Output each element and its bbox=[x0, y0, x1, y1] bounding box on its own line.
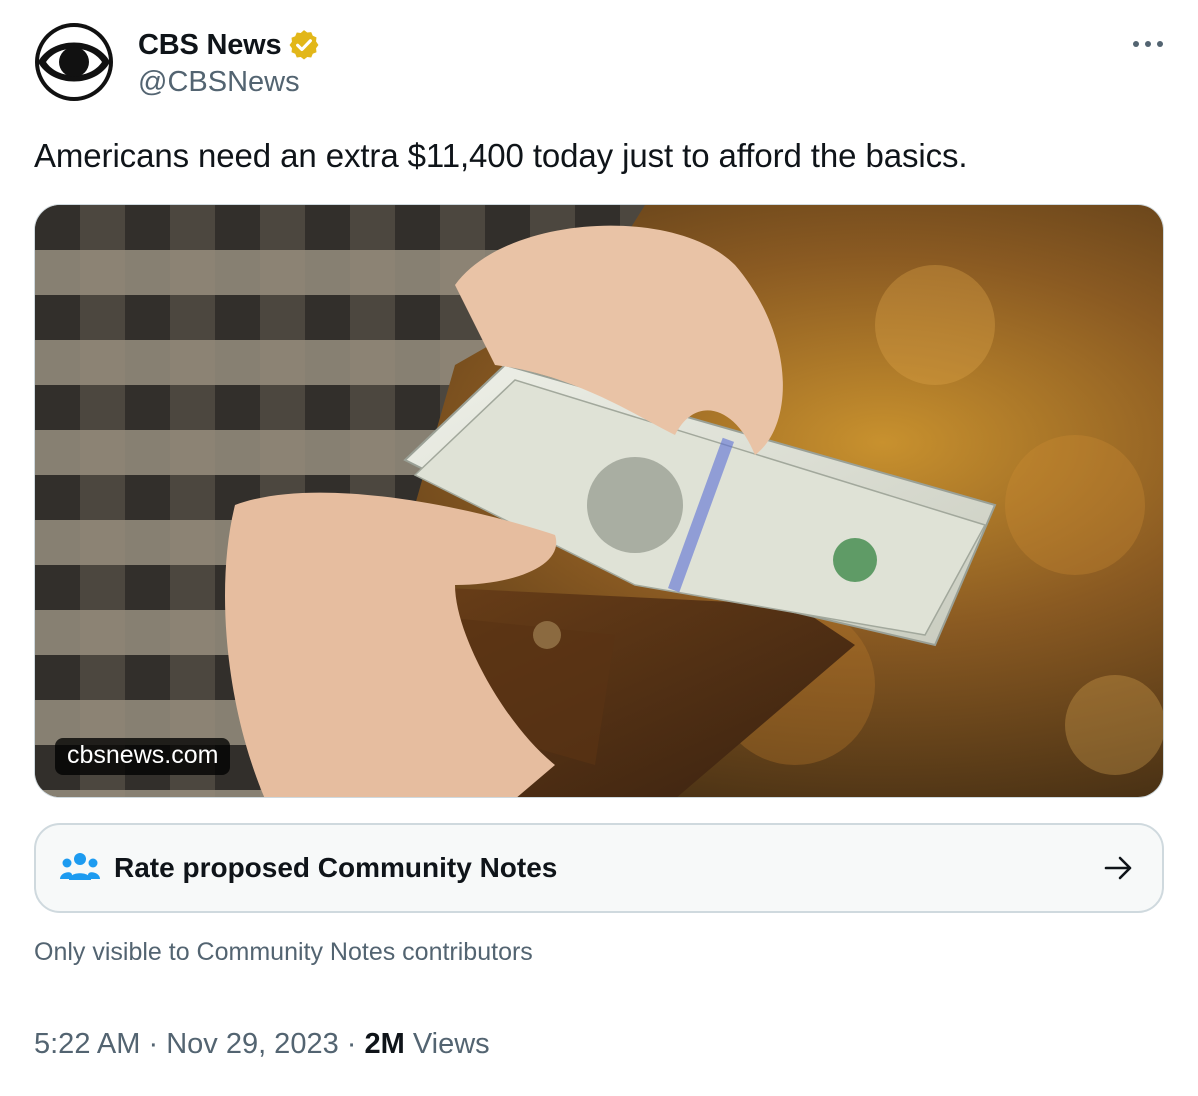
arrow-right-icon bbox=[1104, 856, 1132, 880]
tweet-text: Americans need an extra $11,400 today ju… bbox=[34, 137, 968, 174]
display-name-row: CBS News bbox=[138, 26, 321, 64]
views-count: 2M bbox=[364, 1028, 405, 1060]
views-label: Views bbox=[404, 1028, 490, 1060]
author-display-name[interactable]: CBS News bbox=[138, 29, 282, 62]
tweet-meta: 5:22 AM · Nov 29, 2023 · 2M Views bbox=[34, 1028, 490, 1061]
gold-verified-badge-icon[interactable] bbox=[287, 28, 321, 62]
community-notes-card[interactable]: Rate proposed Community Notes bbox=[34, 823, 1164, 913]
author-handle[interactable]: @CBSNews bbox=[138, 66, 321, 99]
tweet-date[interactable]: Nov 29, 2023 bbox=[166, 1028, 339, 1060]
community-notes-subtext: Only visible to Community Notes contribu… bbox=[34, 938, 533, 966]
author-names: CBS News @CBSNews bbox=[138, 26, 321, 99]
meta-separator: · bbox=[338, 1028, 365, 1060]
tweet-time[interactable]: 5:22 AM bbox=[34, 1028, 140, 1060]
more-horizontal-icon[interactable] bbox=[1128, 30, 1168, 60]
tweet-media[interactable]: cbsnews.com bbox=[34, 204, 1164, 798]
tweet-header: CBS News @CBSNews bbox=[34, 22, 1168, 106]
media-domain-label: cbsnews.com bbox=[55, 738, 231, 775]
avatar[interactable] bbox=[34, 22, 114, 102]
money-wallet-image bbox=[35, 205, 1163, 797]
cbs-eye-logo-icon bbox=[35, 23, 113, 101]
people-icon bbox=[60, 853, 100, 880]
meta-separator: · bbox=[140, 1028, 167, 1060]
community-notes-label: Rate proposed Community Notes bbox=[114, 852, 558, 883]
